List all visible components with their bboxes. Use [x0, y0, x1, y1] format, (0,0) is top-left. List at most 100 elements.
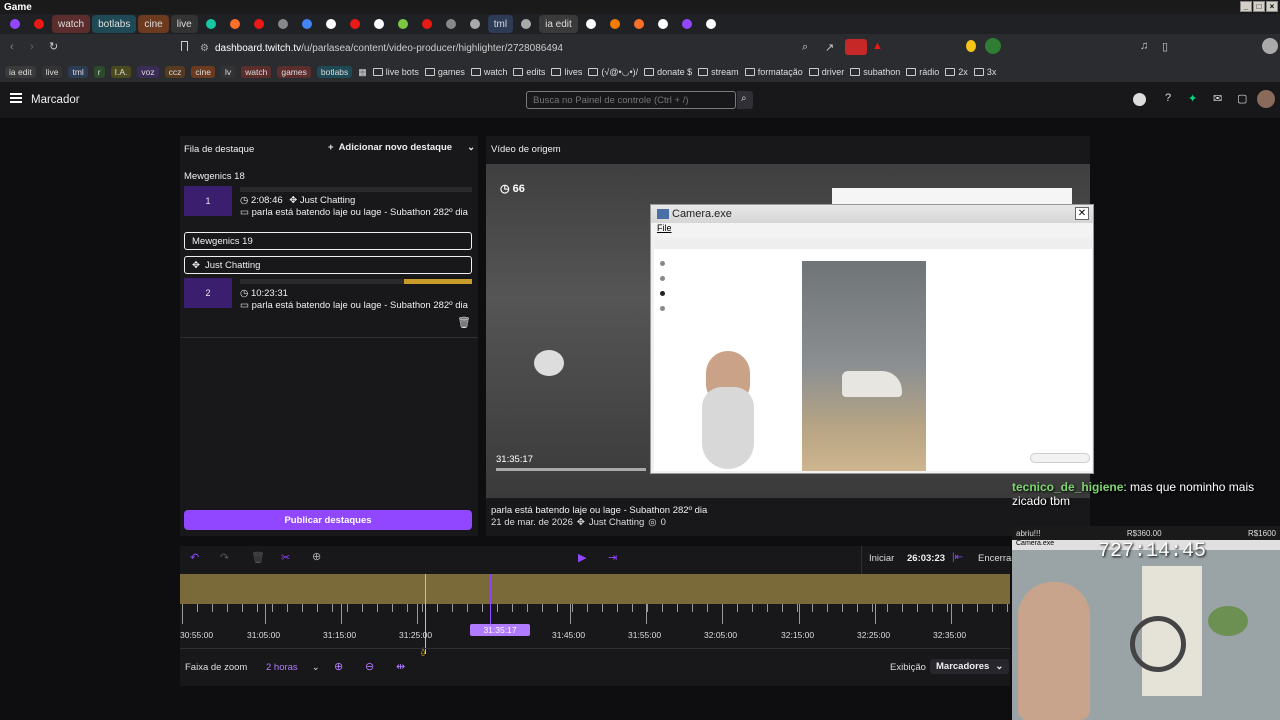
browser-tab[interactable]: botlabs	[92, 15, 137, 33]
close-icon[interactable]: ✕	[1075, 207, 1089, 220]
set-start-icon[interactable]: |⇤	[952, 552, 963, 563]
start-time[interactable]: 26:03:23	[907, 553, 945, 564]
browser-tab[interactable]	[200, 15, 222, 33]
bookmark-item[interactable]: driver	[808, 67, 844, 77]
add-highlight-button[interactable]: + Adicionar novo destaque ⌄	[328, 142, 475, 153]
highlight-title-input[interactable]: Mewgenics 19	[184, 232, 472, 250]
notifications-icon[interactable]: ▢	[1237, 92, 1247, 105]
share-icon[interactable]: ↗	[825, 41, 834, 54]
browser-tab[interactable]	[676, 15, 698, 33]
bookmark-chip[interactable]: voz	[137, 66, 159, 78]
bookmark-item[interactable]: live bots	[372, 67, 419, 77]
markers-select[interactable]: Marcadores ⌄	[930, 659, 1010, 674]
zoom-select[interactable]: 2 horas ⌄	[266, 662, 320, 673]
video-progress-track[interactable]	[496, 468, 646, 471]
browser-tab[interactable]: tml	[487, 15, 514, 33]
bookmark-item[interactable]: rádio	[906, 67, 939, 77]
bookmark-chip[interactable]: cine	[191, 66, 215, 78]
user-avatar[interactable]	[1257, 90, 1275, 108]
bookmark-chip[interactable]: games	[277, 66, 311, 78]
browser-tab[interactable]	[416, 15, 438, 33]
file-menu[interactable]: File	[657, 223, 672, 233]
bookmark-item[interactable]: 3x	[973, 67, 996, 77]
bookmark-chip[interactable]: tml	[68, 66, 88, 78]
bookmark-item[interactable]: edits	[513, 67, 545, 77]
bookmark-item[interactable]: stream	[698, 67, 739, 77]
cursor-time-badge[interactable]: 31:35:17	[470, 624, 530, 636]
browser-tab[interactable]	[604, 15, 626, 33]
apps-grid-icon[interactable]: ▦	[358, 67, 367, 78]
bookmark-item[interactable]: 2x	[945, 67, 968, 77]
browser-tab[interactable]	[296, 15, 318, 33]
browser-tab[interactable]: ia edit	[539, 15, 578, 33]
minimize-icon[interactable]: _	[1240, 1, 1252, 12]
delete-icon[interactable]: 🗑	[457, 316, 471, 329]
search-button[interactable]: ⌕	[737, 91, 753, 109]
highlight-item[interactable]: 2 ◷ 10:23:31 ▭ parla está batendo laje o…	[184, 278, 472, 311]
forward-icon[interactable]: ›	[30, 41, 34, 53]
bookmark-item[interactable]: lives	[551, 67, 582, 77]
site-settings-icon[interactable]: ⚙	[200, 43, 209, 54]
redo-icon[interactable]: ↷	[220, 551, 229, 564]
sidebar-icon[interactable]: ▯	[1162, 40, 1168, 53]
browser-tab[interactable]	[28, 15, 50, 33]
zoom-out-icon[interactable]: ⊖	[365, 660, 374, 673]
play-icon[interactable]: ▶	[578, 551, 586, 564]
bookmark-chip[interactable]: watch	[241, 66, 272, 78]
browser-tab[interactable]	[515, 15, 537, 33]
zoom-in-icon[interactable]: ⊕	[334, 660, 343, 673]
browser-tab[interactable]	[700, 15, 722, 33]
community-icon[interactable]	[1133, 93, 1146, 106]
browser-tab[interactable]: live	[170, 15, 198, 33]
cut-icon[interactable]: ✂	[281, 551, 290, 564]
timeline-ruler[interactable]: 30:55:00 31:05:00 31:15:00 31:25:00 31:45:00…	[180, 604, 1010, 640]
delete-icon[interactable]: 🗑	[251, 551, 265, 564]
back-icon[interactable]: ‹	[10, 41, 14, 53]
dashboard-search-input[interactable]	[526, 91, 736, 109]
bookmark-chip[interactable]: r	[93, 66, 105, 78]
media-icon[interactable]: ♫	[1140, 40, 1148, 52]
browser-tab[interactable]	[224, 15, 246, 33]
hamburger-menu-icon[interactable]	[10, 93, 22, 103]
browser-tab[interactable]	[4, 15, 26, 33]
publish-highlights-button[interactable]: Publicar destaques	[184, 510, 472, 530]
bookmark-item[interactable]: formatação	[744, 67, 803, 77]
browser-tab[interactable]: watch	[52, 15, 91, 33]
browser-tab[interactable]	[320, 15, 342, 33]
alert-icon[interactable]: ▲	[872, 40, 883, 52]
browser-tab[interactable]	[464, 15, 486, 33]
bookmark-icon[interactable]	[181, 41, 188, 51]
browser-tab[interactable]	[272, 15, 294, 33]
zoom-icon[interactable]: ⌕	[802, 41, 808, 54]
bookmark-chip[interactable]: botlabs	[316, 66, 353, 78]
bookmark-chip[interactable]: ia edit	[5, 66, 36, 78]
bookmark-item[interactable]: subathon	[850, 67, 900, 77]
close-icon[interactable]: ×	[1266, 1, 1278, 12]
maximize-icon[interactable]: □	[1253, 1, 1265, 12]
extension-icon[interactable]	[966, 40, 976, 52]
bookmark-chip[interactable]: lv	[220, 66, 236, 78]
browser-tab[interactable]	[392, 15, 414, 33]
browser-tab[interactable]	[580, 15, 602, 33]
extension-icon[interactable]	[845, 39, 867, 55]
help-icon[interactable]: ?	[1165, 92, 1171, 104]
browser-tab[interactable]	[368, 15, 390, 33]
inbox-icon[interactable]: ✉	[1213, 92, 1222, 105]
browser-tab[interactable]: cine	[138, 15, 169, 33]
reload-icon[interactable]: ↻	[49, 40, 58, 53]
undo-icon[interactable]: ↶	[190, 551, 199, 564]
highlight-track[interactable]	[180, 574, 1010, 604]
bookmark-item[interactable]: games	[424, 67, 465, 77]
extension-icon[interactable]	[985, 38, 1001, 54]
bookmark-chip[interactable]: live	[41, 66, 63, 78]
browser-tab[interactable]	[440, 15, 462, 33]
bookmark-chip[interactable]: I.A.	[110, 66, 132, 78]
browser-tab[interactable]	[248, 15, 270, 33]
profile-avatar-icon[interactable]	[1262, 38, 1278, 54]
highlight-item[interactable]: 1 ◷ 2:08:46 ✥ Just Chatting ▭ parla está…	[184, 186, 472, 218]
chevron-down-icon[interactable]: ⌄	[467, 142, 475, 153]
bookmark-item[interactable]: (√@•◡•)/	[588, 67, 638, 78]
bookmark-chip[interactable]: ccz	[164, 66, 186, 78]
browser-tab[interactable]	[652, 15, 674, 33]
category-select[interactable]: ✥ Just Chatting	[184, 256, 472, 274]
